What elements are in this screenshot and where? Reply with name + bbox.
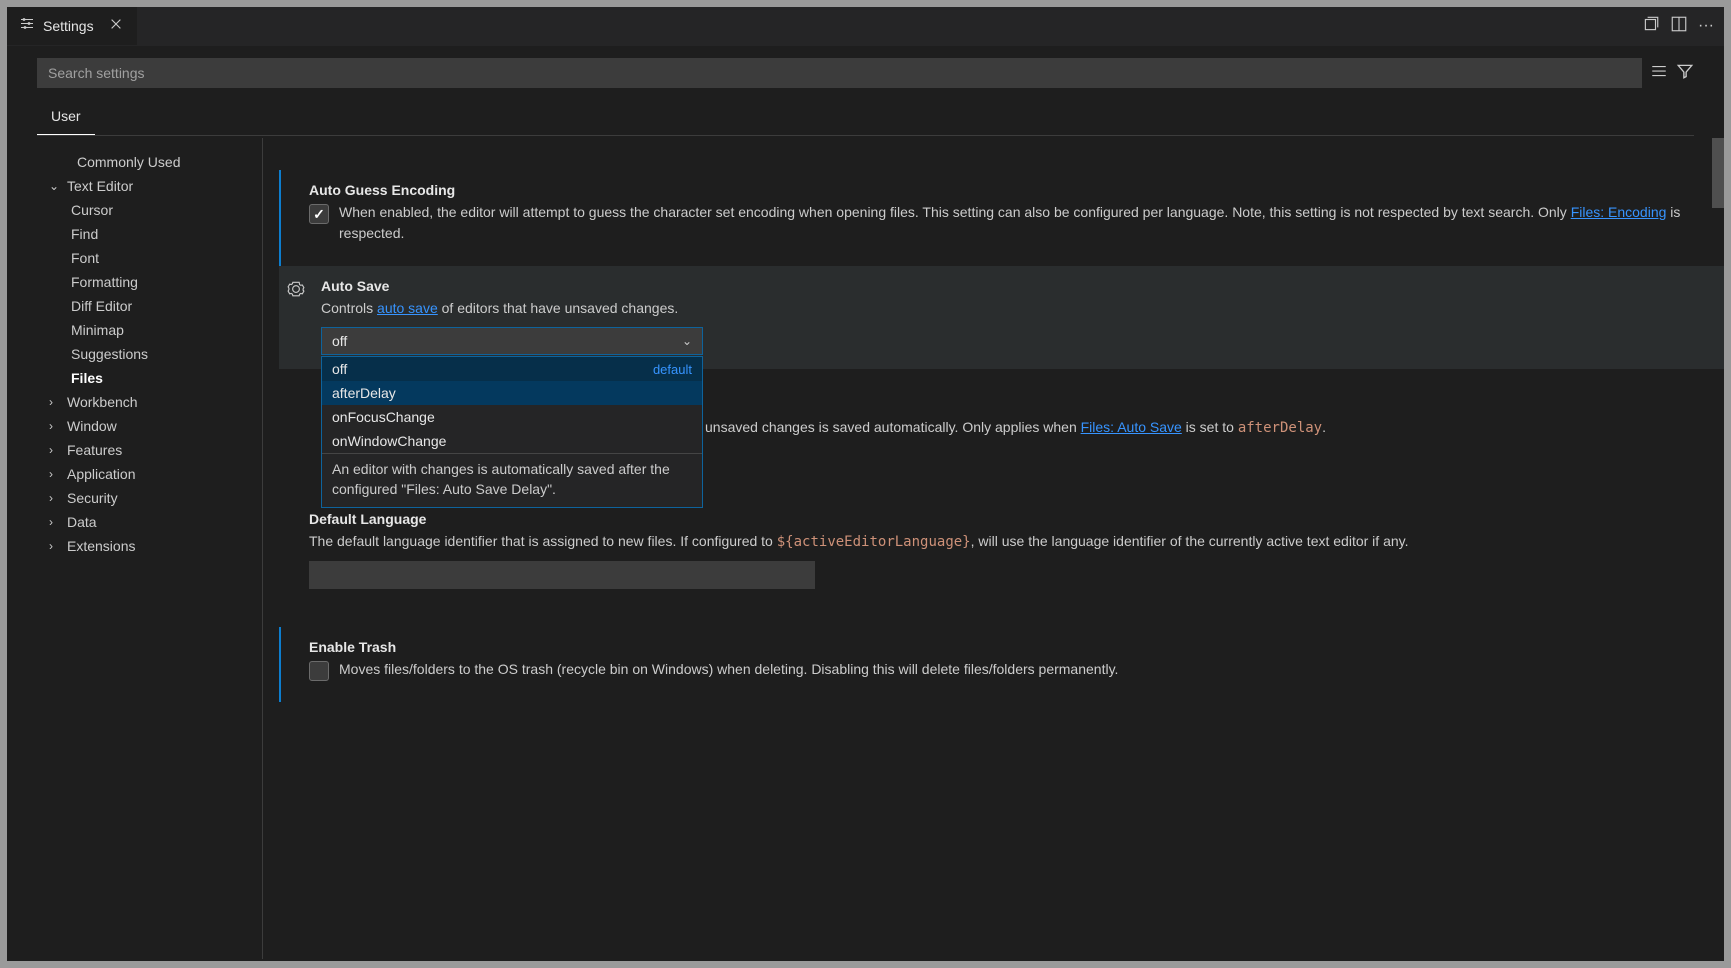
setting-description: Moves files/folders to the OS trash (rec… (339, 659, 1118, 680)
select-auto-save[interactable]: off ⌄ (321, 327, 703, 355)
toc-workbench[interactable]: ›Workbench (49, 390, 262, 414)
toc-application[interactable]: ›Application (49, 462, 262, 486)
setting-description: When enabled, the editor will attempt to… (339, 202, 1694, 244)
titlebar-actions: ··· (1632, 7, 1724, 45)
setting-title: Default Language (309, 511, 1694, 527)
toc-suggestions[interactable]: Suggestions (49, 342, 262, 366)
setting-description: Controls auto save of editors that have … (321, 298, 1694, 319)
toc-files[interactable]: Files (49, 366, 262, 390)
gear-icon[interactable] (287, 280, 305, 303)
dropdown-option-onwindowchange[interactable]: onWindowChange (322, 429, 702, 453)
default-badge: default (653, 362, 692, 377)
toc-text-editor[interactable]: ⌄Text Editor (49, 174, 262, 198)
chevron-right-icon: › (49, 467, 63, 481)
scope-tab-user[interactable]: User (37, 100, 95, 135)
dropdown-option-off[interactable]: off default (322, 357, 702, 381)
toc-find[interactable]: Find (49, 222, 262, 246)
chevron-right-icon: › (49, 539, 63, 553)
input-default-language[interactable] (309, 561, 815, 589)
chevron-right-icon: › (49, 395, 63, 409)
setting-title: Enable Trash (309, 639, 1694, 655)
dropdown-option-afterdelay[interactable]: afterDelay (322, 381, 702, 405)
settings-tab-icon (19, 16, 35, 36)
dropdown-hint: An editor with changes is automatically … (322, 453, 702, 507)
scrollbar-vertical[interactable] (1712, 138, 1724, 959)
toc-features[interactable]: ›Features (49, 438, 262, 462)
settings-toc: ›Commonly Used ⌄Text Editor Cursor Find … (7, 136, 262, 959)
toc-window[interactable]: ›Window (49, 414, 262, 438)
chevron-down-icon: ⌄ (682, 334, 692, 348)
search-input[interactable] (37, 58, 1642, 88)
open-settings-json-icon[interactable] (1642, 15, 1660, 38)
toc-data[interactable]: ›Data (49, 510, 262, 534)
setting-enable-trash: Enable Trash Moves files/folders to the … (279, 627, 1724, 702)
close-icon[interactable] (107, 15, 125, 37)
settings-content: Auto Guess Encoding When enabled, the ed… (262, 138, 1724, 959)
link-files-encoding[interactable]: Files: Encoding (1571, 204, 1667, 220)
toc-security[interactable]: ›Security (49, 486, 262, 510)
checkbox-enable-trash[interactable] (309, 661, 329, 681)
link-files-auto-save[interactable]: Files: Auto Save (1081, 419, 1182, 435)
setting-auto-guess-encoding: Auto Guess Encoding When enabled, the ed… (279, 170, 1724, 266)
chevron-down-icon: ⌄ (49, 179, 63, 193)
search-row (7, 46, 1724, 94)
toc-formatting[interactable]: Formatting (49, 270, 262, 294)
chevron-right-icon: › (49, 419, 63, 433)
search-actions (1650, 62, 1694, 85)
toc-commonly-used[interactable]: ›Commonly Used (49, 150, 262, 174)
dropdown-option-onfocuschange[interactable]: onFocusChange (322, 405, 702, 429)
chevron-right-icon: › (49, 515, 63, 529)
tab-title: Settings (43, 18, 94, 34)
dropdown-auto-save: off default afterDelay onFocusChange onW… (321, 356, 703, 508)
split-editor-icon[interactable] (1670, 15, 1688, 38)
toc-extensions[interactable]: ›Extensions (49, 534, 262, 558)
clear-search-icon[interactable] (1650, 62, 1668, 85)
toc-cursor[interactable]: Cursor (49, 198, 262, 222)
more-actions-icon[interactable]: ··· (1698, 17, 1714, 35)
code-afterdelay: afterDelay (1238, 420, 1322, 436)
tab-settings[interactable]: Settings (7, 7, 137, 45)
toc-font[interactable]: Font (49, 246, 262, 270)
toc-diff-editor[interactable]: Diff Editor (49, 294, 262, 318)
link-auto-save[interactable]: auto save (377, 300, 438, 316)
setting-description: The default language identifier that is … (309, 531, 1694, 553)
code-active-editor-language: ${activeEditorLanguage} (777, 534, 971, 550)
setting-title: Auto Save (321, 278, 1694, 294)
scope-row: User (7, 94, 1724, 135)
toc-minimap[interactable]: Minimap (49, 318, 262, 342)
tab-bar: Settings ··· (7, 7, 1724, 46)
setting-title: Auto Guess Encoding (309, 182, 1694, 198)
scrollbar-thumb[interactable] (1712, 138, 1724, 208)
select-auto-save-wrap: off ⌄ off default afterDelay onFocusChan… (321, 327, 703, 355)
setting-auto-save: Auto Save Controls auto save of editors … (279, 266, 1724, 369)
filter-icon[interactable] (1676, 62, 1694, 85)
chevron-right-icon: › (49, 491, 63, 505)
chevron-right-icon: › (49, 443, 63, 457)
checkbox-auto-guess-encoding[interactable] (309, 204, 329, 224)
